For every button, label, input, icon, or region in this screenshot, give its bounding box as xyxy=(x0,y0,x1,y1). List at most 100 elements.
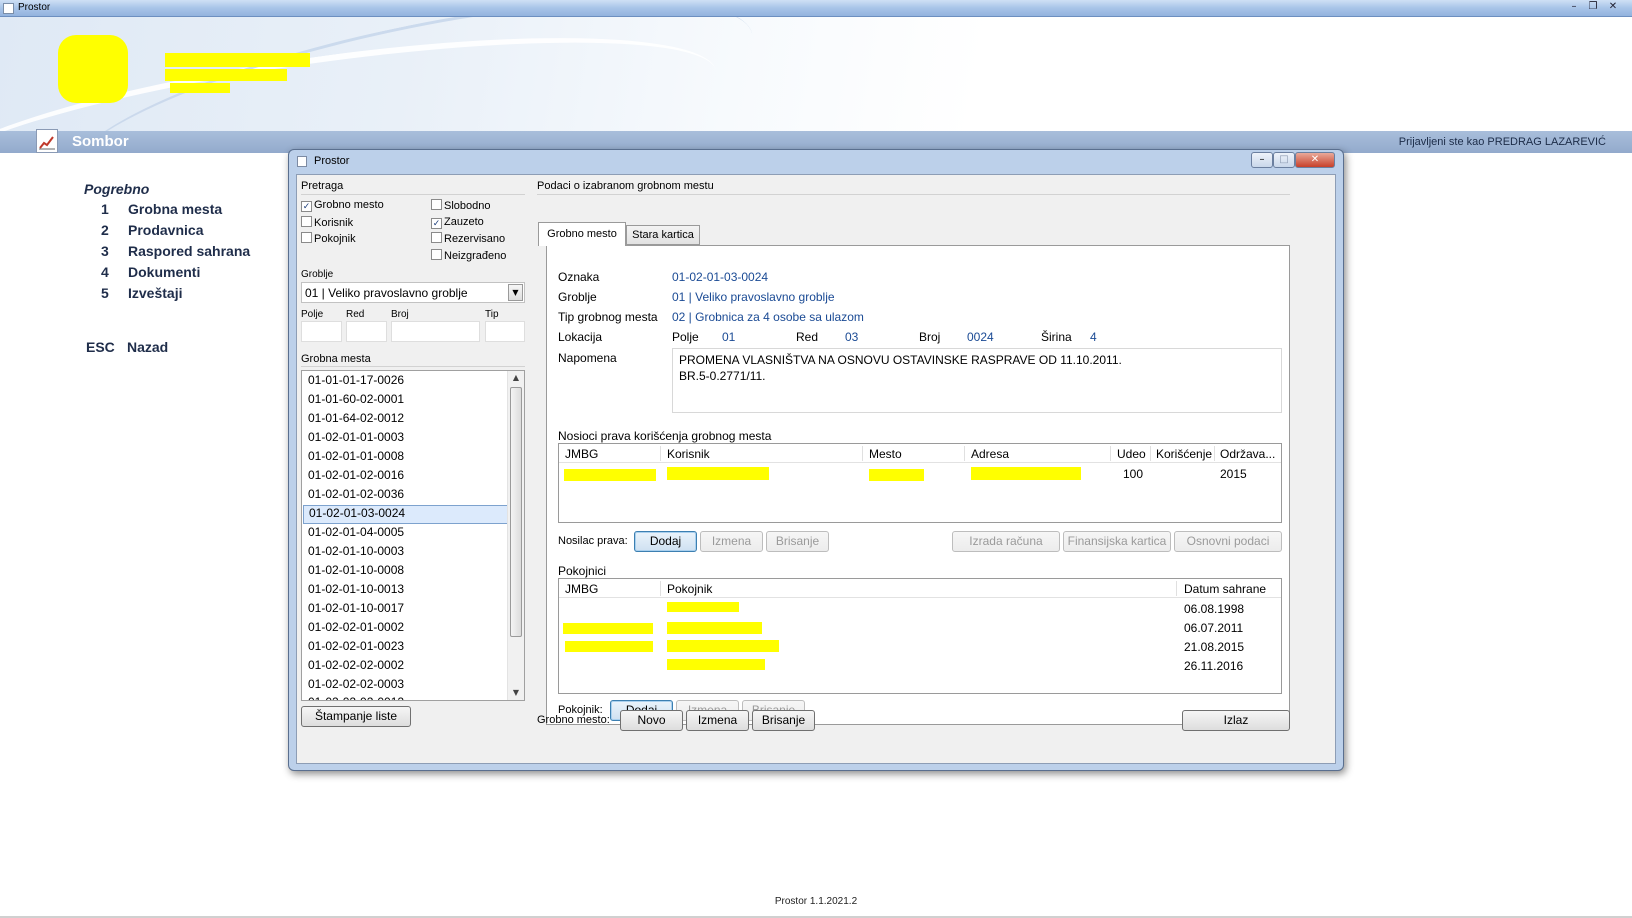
table-row[interactable]: 06.08.1998 xyxy=(559,599,1281,618)
print-list-button[interactable]: Štampanje liste xyxy=(301,706,411,727)
broj-input[interactable] xyxy=(391,321,480,342)
table-row[interactable]: 100 2015 xyxy=(559,464,1281,484)
menu-item-dokumenti[interactable]: 4 Dokumenti xyxy=(84,264,200,285)
checkbox-rezervisano[interactable]: Rezervisano xyxy=(431,232,505,245)
tip-input[interactable] xyxy=(485,321,525,342)
redacted-pokojnik xyxy=(667,640,779,652)
checkbox-box xyxy=(301,232,312,243)
column-header[interactable]: Održava... xyxy=(1220,447,1275,461)
invoice-button[interactable]: Izrada računa xyxy=(952,531,1060,552)
red-label: Red xyxy=(346,309,365,320)
delete-grave-button[interactable]: Brisanje xyxy=(752,710,815,731)
delete-holder-button[interactable]: Brisanje xyxy=(766,531,829,552)
chart-icon xyxy=(36,129,58,153)
checkbox-pokojnik[interactable]: Pokojnik xyxy=(301,232,356,245)
polje-input[interactable] xyxy=(301,321,342,342)
dialog-minimize-icon[interactable]: – xyxy=(1251,152,1273,168)
os-window-title: Prostor xyxy=(18,2,51,13)
list-item[interactable]: 01-02-01-02-0016 xyxy=(308,468,404,487)
list-item[interactable]: 01-02-02-02-0012 xyxy=(308,695,404,700)
exit-button[interactable]: Izlaz xyxy=(1182,710,1290,731)
list-item[interactable]: 01-02-01-02-0036 xyxy=(308,487,404,506)
checkbox-zauzeto[interactable]: ✓ Zauzeto xyxy=(431,216,484,229)
tab-grobno-mesto[interactable]: Grobno mesto xyxy=(538,222,626,246)
groblje-select[interactable]: 01 | Veliko pravoslavno groblje ▼ xyxy=(301,282,525,303)
list-item[interactable]: 01-02-01-10-0013 xyxy=(308,582,404,601)
red-input[interactable] xyxy=(346,321,387,342)
napomena-textarea[interactable]: PROMENA VLASNIŠTVA NA OSNOVU OSTAVINSKE … xyxy=(672,348,1282,413)
dialog-close-icon[interactable]: ✕ xyxy=(1295,152,1335,168)
redacted-pokojnik xyxy=(667,659,765,670)
maximize-icon[interactable]: ❐ xyxy=(1584,1,1602,14)
column-header[interactable]: Mesto xyxy=(869,447,902,461)
column-header[interactable]: Pokojnik xyxy=(667,582,712,596)
deceased-table[interactable]: JMBG Pokojnik Datum sahrane 06.08.1998 0… xyxy=(558,578,1282,694)
dialog-titlebar[interactable]: Prostor – □ ✕ xyxy=(289,150,1343,172)
menu-item-izvestaji[interactable]: 5 Izveštaji xyxy=(84,285,182,306)
checkbox-neizgradjeno[interactable]: Neizgrađeno xyxy=(431,249,506,262)
list-item[interactable]: 01-02-01-01-0003 xyxy=(308,430,404,449)
datum-sahrane-cell: 26.11.2016 xyxy=(1184,659,1244,673)
redacted-jmbg xyxy=(564,469,656,481)
column-header[interactable]: Adresa xyxy=(971,447,1009,461)
menu-item-prodavnica[interactable]: 2 Prodavnica xyxy=(84,222,203,243)
menu-item-back[interactable]: ESC Nazad xyxy=(86,339,168,355)
list-item[interactable]: 01-02-01-10-0008 xyxy=(308,563,404,582)
menu-item-grobna-mesta[interactable]: 1 Grobna mesta xyxy=(84,201,222,222)
list-item[interactable]: 01-02-02-02-0003 xyxy=(308,677,404,696)
redacted-jmbg xyxy=(565,641,653,652)
version-label: Prostor 1.1.2021.2 xyxy=(774,896,858,907)
table-row[interactable]: 26.11.2016 xyxy=(559,656,1281,675)
list-item[interactable]: 01-02-01-10-0017 xyxy=(308,601,404,620)
list-item[interactable]: 01-01-01-17-0026 xyxy=(308,373,404,392)
list-item-selected[interactable]: 01-02-01-03-0024 xyxy=(303,505,513,524)
checkbox-label: Pokojnik xyxy=(314,233,356,245)
list-item[interactable]: 01-02-01-01-0008 xyxy=(308,449,404,468)
column-header[interactable]: Korisnik xyxy=(667,447,710,461)
graves-list[interactable]: 01-01-01-17-0026 01-01-60-02-0001 01-01-… xyxy=(301,370,525,701)
add-holder-button[interactable]: Dodaj xyxy=(634,531,697,552)
holders-table-header: JMBG Korisnik Mesto Adresa Udeo Korišćen… xyxy=(559,444,1281,463)
column-header[interactable]: Korišćenje xyxy=(1156,447,1212,461)
redacted-pokojnik xyxy=(667,622,762,634)
financial-card-button[interactable]: Finansijska kartica xyxy=(1063,531,1171,552)
list-item[interactable]: 01-01-64-02-0012 xyxy=(308,411,404,430)
column-header[interactable]: Udeo xyxy=(1117,447,1146,461)
scroll-thumb[interactable] xyxy=(510,387,522,637)
list-item[interactable]: 01-02-02-02-0002 xyxy=(308,658,404,677)
table-row[interactable]: 06.07.2011 xyxy=(559,618,1281,637)
list-item[interactable]: 01-02-02-01-0002 xyxy=(308,620,404,639)
column-header[interactable]: JMBG xyxy=(565,447,598,461)
checkbox-korisnik[interactable]: Korisnik xyxy=(301,216,353,229)
list-item[interactable]: 01-01-60-02-0001 xyxy=(308,392,404,411)
menu-item-label: Grobna mesta xyxy=(128,201,223,217)
napomena-label: Napomena xyxy=(558,351,617,365)
minimize-icon[interactable]: – xyxy=(1565,1,1583,14)
edit-holder-button[interactable]: Izmena xyxy=(700,531,763,552)
checkbox-slobodno[interactable]: Slobodno xyxy=(431,199,491,212)
close-icon[interactable]: ✕ xyxy=(1604,1,1622,14)
column-header[interactable]: JMBG xyxy=(565,582,598,596)
holders-title: Nosioci prava korišćenja grobnog mesta xyxy=(558,429,772,443)
scroll-up-icon[interactable]: ▲ xyxy=(508,371,524,385)
basic-data-button[interactable]: Osnovni podaci xyxy=(1174,531,1282,552)
chevron-down-icon[interactable]: ▼ xyxy=(508,284,523,301)
dialog-title: Prostor xyxy=(314,155,350,167)
checkbox-grobno-mesto[interactable]: ✓ Grobno mesto xyxy=(301,199,384,212)
list-item[interactable]: 01-02-02-01-0023 xyxy=(308,639,404,658)
menu-item-raspored-sahrana[interactable]: 3 Raspored sahrana xyxy=(84,243,250,264)
edit-grave-button[interactable]: Izmena xyxy=(686,710,749,731)
lokacija-label: Lokacija xyxy=(558,330,603,344)
new-grave-button[interactable]: Novo xyxy=(620,710,683,731)
table-row[interactable]: 21.08.2015 xyxy=(559,637,1281,656)
graves-list-scrollbar[interactable]: ▲ ▼ xyxy=(507,371,524,700)
tab-stara-kartica[interactable]: Stara kartica xyxy=(626,225,700,245)
column-header[interactable]: Datum sahrane xyxy=(1184,582,1266,596)
list-item[interactable]: 01-02-01-10-0003 xyxy=(308,544,404,563)
prostor-dialog: Prostor – □ ✕ Pretraga ✓ Grobno mesto Kor… xyxy=(288,149,1344,771)
scroll-down-icon[interactable]: ▼ xyxy=(508,686,524,700)
redacted-text xyxy=(170,83,230,93)
sirina-value: 4 xyxy=(1090,330,1097,344)
list-item[interactable]: 01-02-01-04-0005 xyxy=(308,525,404,544)
holders-table[interactable]: JMBG Korisnik Mesto Adresa Udeo Korišćen… xyxy=(558,443,1282,523)
